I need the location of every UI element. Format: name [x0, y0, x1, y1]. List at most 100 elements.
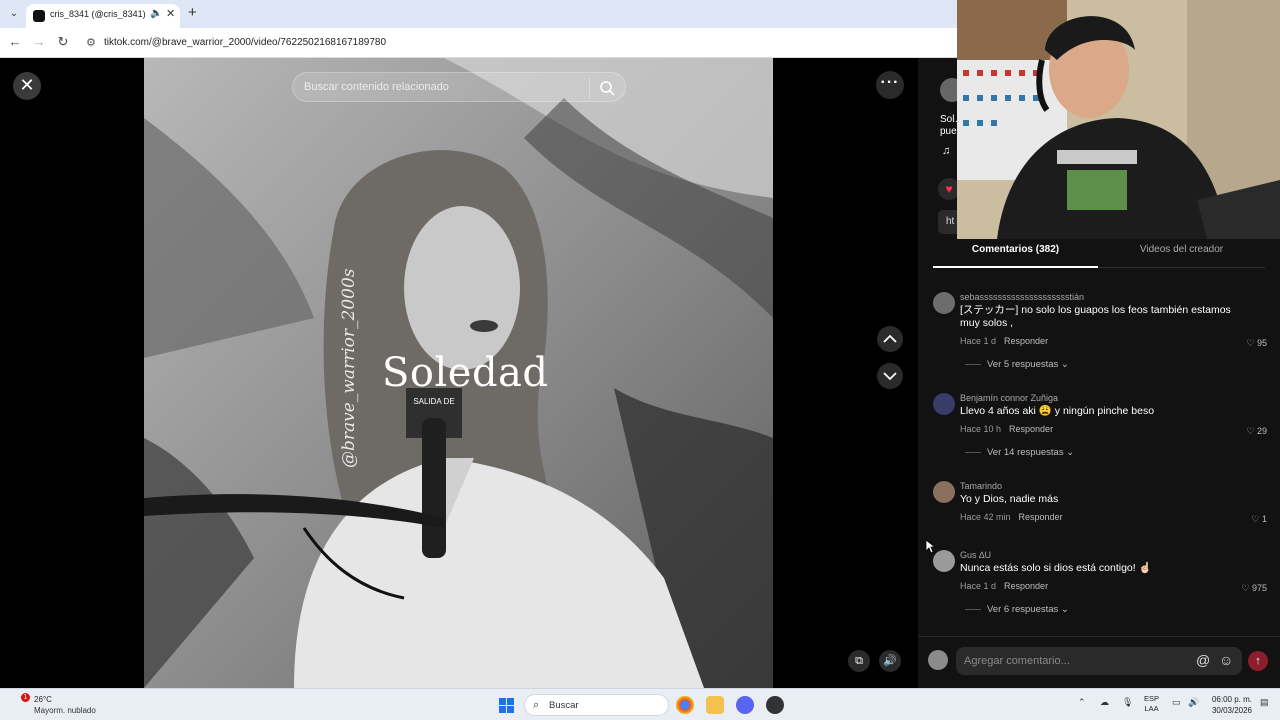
comment-input[interactable]: Agregar comentario... @ ☺ — [956, 647, 1242, 675]
comment-text: Nunca estás solo si dios está contigo! ☝… — [960, 562, 1152, 574]
comment-username[interactable]: Benjamín connor Zuñiga — [960, 393, 1058, 403]
like-button[interactable]: ♡ 975 — [1241, 583, 1267, 594]
previous-video-button[interactable] — [877, 326, 903, 352]
avatar[interactable] — [933, 550, 955, 572]
chevron-up-icon — [883, 334, 897, 343]
next-video-button[interactable] — [877, 363, 903, 389]
related-search-input[interactable]: Buscar contenido relacionado — [292, 72, 626, 102]
view-replies-button[interactable]: Ver 6 respuestas ⌄ — [965, 604, 1069, 615]
notifications-icon[interactable]: ▤ — [1260, 697, 1269, 708]
file-explorer-icon[interactable] — [706, 696, 724, 714]
input-language[interactable]: ESP LAA — [1144, 694, 1159, 714]
reply-button[interactable]: Responder — [1009, 424, 1053, 434]
like-count: 29 — [1256, 426, 1267, 436]
watermark-text: @brave_warrior_2000s — [339, 268, 359, 468]
comment-meta: Hace 10 h Responder — [960, 424, 1053, 434]
close-viewer-button[interactable]: ✕ — [13, 72, 41, 100]
comment-time: Hace 1 d — [960, 581, 997, 591]
more-options-button[interactable]: ··· — [876, 71, 904, 99]
floating-player-button[interactable]: ⧉ — [848, 650, 870, 672]
like-button[interactable]: ♡ 1 — [1251, 514, 1267, 525]
browser-tab[interactable]: cris_8341 (@cris_8341) | TikTok 🔈 ✕ — [26, 4, 180, 28]
tab-close-icon[interactable]: ✕ — [166, 7, 175, 20]
keyboard-layout: LAA — [1144, 704, 1159, 713]
weather-temperature[interactable]: 26°C — [34, 695, 52, 704]
send-comment-button[interactable]: ↑ — [1248, 651, 1268, 671]
clock-time: 06:00 p. m. — [1211, 695, 1252, 704]
notification-badge: 1 — [21, 693, 30, 702]
comment-username[interactable]: Gus ∆U — [960, 550, 991, 560]
address-bar[interactable]: ⚙ tiktok.com/@brave_warrior_2000/video/7… — [80, 32, 960, 54]
windows-start-icon[interactable] — [499, 698, 514, 713]
like-count: 95 — [1256, 338, 1267, 348]
language-code: ESP — [1144, 694, 1160, 703]
comment-meta: Hace 1 d Responder — [960, 336, 1048, 346]
reply-button[interactable]: Responder — [1019, 512, 1063, 522]
url-text[interactable]: tiktok.com/@brave_warrior_2000/video/762… — [104, 37, 386, 48]
speaker-icon[interactable]: 🔈 — [150, 8, 162, 19]
screen: ⌄ cris_8341 (@cris_8341) | TikTok 🔈 ✕ + … — [0, 0, 1280, 720]
comment-item: sebasssssssssssssssssssstián [ステッカー] no … — [933, 292, 1273, 372]
reply-button[interactable]: Responder — [1004, 336, 1048, 346]
reply-button[interactable]: Responder — [1004, 581, 1048, 591]
comment-placeholder: Agregar comentario... — [964, 655, 1070, 667]
microphone-icon[interactable]: 🎙 — [1122, 697, 1133, 708]
chrome-icon[interactable] — [676, 696, 694, 714]
obs-icon[interactable] — [766, 696, 784, 714]
new-tab-icon[interactable]: + — [188, 5, 197, 21]
speaker-icon[interactable]: 🔊 — [1188, 697, 1199, 708]
comment-username[interactable]: sebasssssssssssssssssssstián — [960, 292, 1084, 302]
volume-button[interactable]: 🔊 — [879, 650, 901, 672]
forward-icon[interactable]: → — [30, 34, 48, 49]
comment-meta: Hace 1 d Responder — [960, 581, 1048, 591]
comment-time: Hace 10 h — [960, 424, 1002, 434]
video-viewer: ✕ SALIDA DE @brave_warrior_2000s Soledad… — [0, 58, 918, 688]
like-button[interactable]: ♡ 95 — [1246, 338, 1267, 349]
search-placeholder: Buscar contenido relacionado — [304, 81, 449, 93]
taskbar-search[interactable]: ⌕ Buscar — [524, 694, 669, 716]
music-note-icon[interactable]: ♫ — [942, 145, 950, 157]
comment-text: Yo y Dios, nadie más — [960, 493, 1059, 505]
tab-comments[interactable]: Comentarios (382) — [933, 244, 1098, 268]
mention-icon[interactable]: @ — [1196, 652, 1210, 668]
weather-description[interactable]: Mayorm. nublado — [34, 706, 96, 715]
windows-taskbar: 1 26°C Mayorm. nublado ⌕ Buscar ⌃ ☁ 🎙 ES… — [0, 688, 1280, 720]
back-icon[interactable]: ← — [6, 34, 24, 49]
reload-icon[interactable]: ↻ — [54, 34, 72, 50]
avatar[interactable] — [933, 481, 955, 503]
avatar[interactable] — [933, 292, 955, 314]
like-button[interactable]: ♡ 29 — [1246, 426, 1267, 437]
video-caption-title: Soledad — [382, 350, 549, 396]
site-info-icon[interactable]: ⚙ — [86, 36, 96, 49]
avatar[interactable] — [928, 650, 948, 670]
search-icon[interactable] — [598, 79, 616, 97]
monitor-icon[interactable]: ▭ — [1172, 697, 1181, 708]
view-replies-label: Ver 6 respuestas — [987, 604, 1059, 615]
webcam-image — [957, 0, 1280, 239]
comment-username[interactable]: Tamarindo — [960, 481, 1002, 491]
mouse-cursor-icon — [926, 540, 936, 554]
comment-item: Tamarindo Yo y Dios, nadie más Hace 42 m… — [933, 481, 1273, 531]
tab-search-icon[interactable]: ⌄ — [6, 6, 22, 22]
comment-item: Gus ∆U Nunca estás solo si dios está con… — [933, 550, 1273, 620]
chevron-down-icon — [883, 372, 897, 381]
system-clock[interactable]: 06:00 p. m. 30/03/2026 — [1210, 694, 1252, 716]
comment-composer: Agregar comentario... @ ☺ ↑ — [918, 636, 1280, 688]
view-replies-button[interactable]: Ver 5 respuestas ⌄ — [965, 359, 1069, 370]
comment-item: Benjamín connor Zuñiga Llevo 4 años aki … — [933, 393, 1273, 463]
tab-title: cris_8341 (@cris_8341) | TikTok — [50, 9, 146, 19]
panel-tabs: Comentarios (382) Videos del creador — [933, 244, 1265, 268]
tab-creator-videos[interactable]: Videos del creador — [1098, 244, 1265, 268]
view-replies-label: Ver 14 respuestas — [987, 447, 1064, 458]
view-replies-button[interactable]: Ver 14 respuestas ⌄ — [965, 447, 1074, 458]
discord-icon[interactable] — [736, 696, 754, 714]
comment-time: Hace 42 min — [960, 512, 1011, 522]
search-divider — [589, 78, 590, 98]
chevron-up-icon[interactable]: ⌃ — [1078, 697, 1086, 708]
video-player[interactable]: SALIDA DE @brave_warrior_2000s Soledad — [144, 58, 773, 688]
comment-text: Llevo 4 años aki 😩 y ningún pinche beso — [960, 405, 1155, 417]
avatar[interactable] — [933, 393, 955, 415]
emoji-icon[interactable]: ☺ — [1219, 652, 1233, 668]
taskbar-search-label: Buscar — [549, 700, 579, 711]
network-icon[interactable]: ☁ — [1100, 697, 1109, 708]
